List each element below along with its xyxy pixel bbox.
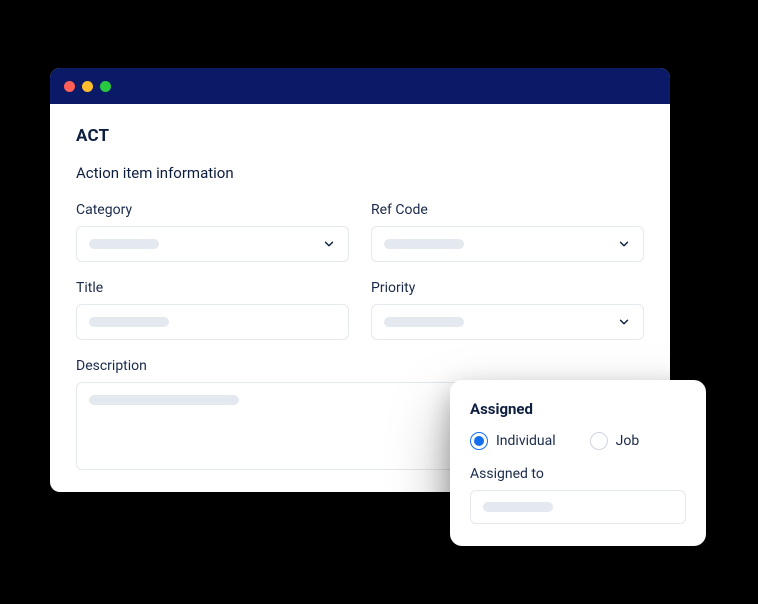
input-assigned-to[interactable] (470, 490, 686, 524)
maximize-icon[interactable] (100, 81, 111, 92)
field-title: Title (76, 280, 349, 340)
label-category: Category (76, 202, 349, 218)
select-refcode[interactable] (371, 226, 644, 262)
label-description: Description (76, 358, 644, 374)
radio-job[interactable]: Job (590, 432, 640, 450)
chevron-down-icon (322, 237, 336, 251)
field-priority: Priority (371, 280, 644, 340)
placeholder-bar (89, 239, 159, 249)
radio-icon (590, 432, 608, 450)
window-titlebar (50, 68, 670, 104)
chevron-down-icon (617, 237, 631, 251)
radio-icon (470, 432, 488, 450)
label-priority: Priority (371, 280, 644, 296)
radio-individual[interactable]: Individual (470, 432, 556, 450)
assigned-panel: Assigned Individual Job Assigned to (450, 380, 706, 546)
select-category[interactable] (76, 226, 349, 262)
placeholder-bar (483, 502, 553, 512)
page-code: ACT (76, 126, 644, 146)
placeholder-bar (89, 317, 169, 327)
minimize-icon[interactable] (82, 81, 93, 92)
field-category: Category (76, 202, 349, 262)
close-icon[interactable] (64, 81, 75, 92)
assigned-type-group: Individual Job (470, 432, 686, 450)
radio-individual-label: Individual (496, 433, 556, 449)
label-title: Title (76, 280, 349, 296)
select-priority[interactable] (371, 304, 644, 340)
radio-job-label: Job (616, 433, 640, 449)
placeholder-bar (89, 395, 239, 405)
placeholder-bar (384, 239, 464, 249)
chevron-down-icon (617, 315, 631, 329)
label-refcode: Ref Code (371, 202, 644, 218)
page-subtitle: Action item information (76, 164, 644, 182)
assigned-panel-title: Assigned (470, 400, 686, 418)
placeholder-bar (384, 317, 464, 327)
input-title[interactable] (76, 304, 349, 340)
field-assigned-to: Assigned to (470, 466, 686, 524)
label-assigned-to: Assigned to (470, 466, 686, 482)
field-refcode: Ref Code (371, 202, 644, 262)
